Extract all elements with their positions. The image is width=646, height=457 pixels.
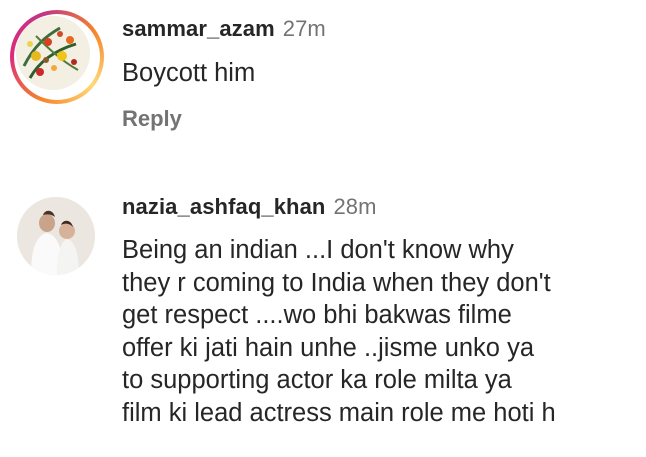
painting-image: [16, 16, 90, 90]
comment-header: sammar_azam 27m: [122, 16, 326, 42]
timestamp: 28m: [333, 194, 377, 219]
avatar[interactable]: [17, 197, 95, 275]
comment-text: Being an indian ...I don't know why they…: [122, 236, 556, 427]
avatar[interactable]: [10, 10, 104, 104]
comment-header: nazia_ashfaq_khan 28m: [122, 194, 377, 220]
timestamp: 27m: [282, 16, 326, 41]
username[interactable]: nazia_ashfaq_khan: [122, 194, 325, 219]
username[interactable]: sammar_azam: [122, 16, 275, 41]
avatar-photo-image: [17, 197, 95, 275]
avatar-image: [16, 16, 90, 90]
comment-text: Boycott him: [122, 59, 256, 87]
reply-button[interactable]: Reply: [122, 106, 182, 132]
